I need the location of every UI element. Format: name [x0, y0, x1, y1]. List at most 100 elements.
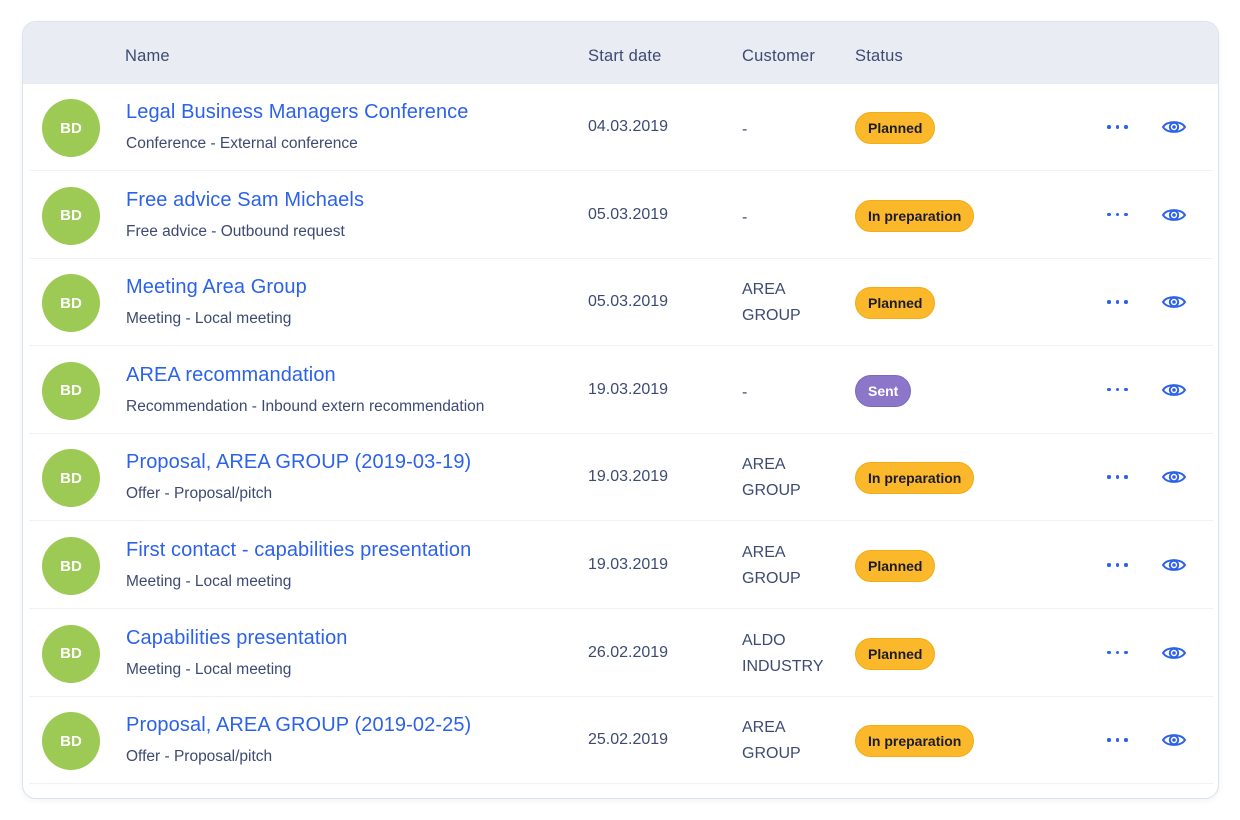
- start-date: 19.03.2019: [588, 468, 669, 486]
- status-badge: Planned: [855, 637, 936, 670]
- activity-title-link[interactable]: AREA recommandation: [126, 364, 336, 387]
- customer-line-1: -: [742, 383, 748, 401]
- table-row[interactable]: BD Free advice Sam Michaels Free advice …: [29, 172, 1213, 259]
- column-header-customer[interactable]: Customer: [742, 47, 815, 66]
- activity-type: Free advice - Outbound request: [126, 222, 345, 240]
- avatar: BD: [42, 99, 100, 157]
- view-button[interactable]: [1161, 205, 1187, 230]
- eye-icon: [1161, 734, 1187, 747]
- more-horizontal-icon: [1107, 300, 1111, 304]
- view-button[interactable]: [1161, 380, 1187, 405]
- status-badge: Sent: [855, 374, 912, 407]
- more-horizontal-icon-dot: [1115, 387, 1119, 392]
- more-horizontal-icon-dot: [1124, 125, 1128, 129]
- more-horizontal-icon-dot: [1124, 738, 1128, 742]
- more-horizontal-icon-dot: [1115, 738, 1119, 742]
- activity-type: Conference - External conference: [126, 135, 358, 152]
- more-options-button[interactable]: [1107, 563, 1128, 567]
- more-horizontal-icon-dot: [1115, 563, 1119, 567]
- customer-line-1: AREA: [742, 281, 786, 299]
- view-button[interactable]: [1161, 467, 1187, 492]
- status-badge: In preparation: [855, 725, 975, 758]
- column-header-start-date[interactable]: Start date: [588, 47, 662, 66]
- activity-type: Meeting - Local meeting: [126, 573, 292, 590]
- avatar: BD: [42, 449, 100, 508]
- table-row[interactable]: BD Proposal, AREA GROUP (2019-03-19) Off…: [29, 434, 1213, 522]
- customer-line-1: ALDO: [742, 631, 786, 649]
- avatar: BD: [42, 274, 100, 333]
- more-horizontal-icon: [1107, 387, 1111, 392]
- more-horizontal-icon-dot: [1124, 387, 1128, 392]
- more-options-button[interactable]: [1107, 738, 1128, 742]
- customer-line-2: GROUP: [742, 482, 801, 500]
- table-row[interactable]: BD Proposal, AREA GROUP (2019-02-25) Off…: [29, 697, 1213, 785]
- customer: -: [742, 117, 747, 143]
- activity-title-link[interactable]: First contact - capabilities presentatio…: [126, 539, 471, 562]
- status-badge: In preparation: [855, 462, 975, 495]
- more-options-button[interactable]: [1107, 125, 1128, 129]
- more-horizontal-icon-dot: [1115, 125, 1119, 129]
- more-options-button[interactable]: [1107, 475, 1128, 479]
- eye-icon: [1161, 383, 1187, 396]
- table-row[interactable]: BD First contact - capabilities presenta…: [29, 522, 1213, 609]
- activity-title-link[interactable]: Proposal, AREA GROUP (2019-02-25): [126, 714, 471, 737]
- view-button[interactable]: [1161, 555, 1187, 580]
- start-date: 26.02.2019: [588, 643, 669, 661]
- table-header: Name Start date Customer Status: [23, 22, 1218, 84]
- eye-icon: [1161, 559, 1187, 571]
- more-horizontal-icon-dot: [1124, 650, 1128, 655]
- more-options-button[interactable]: [1107, 387, 1128, 392]
- eye-icon: [1161, 208, 1187, 221]
- avatar: BD: [42, 624, 100, 683]
- customer: ALDO INDUSTRY: [742, 628, 824, 680]
- more-horizontal-icon-dot: [1115, 300, 1119, 304]
- customer-line-1: -: [742, 121, 748, 138]
- customer: -: [742, 380, 747, 406]
- more-horizontal-icon: [1107, 212, 1111, 217]
- more-horizontal-icon-dot: [1115, 212, 1119, 217]
- customer: AREA GROUP: [742, 715, 801, 767]
- customer: AREA GROUP: [742, 452, 801, 504]
- start-date: 05.03.2019: [588, 205, 669, 223]
- activity-title-link[interactable]: Proposal, AREA GROUP (2019-03-19): [126, 451, 471, 474]
- activity-title-link[interactable]: Capabilities presentation: [126, 627, 348, 650]
- view-button[interactable]: [1161, 643, 1187, 668]
- avatar: BD: [42, 186, 100, 245]
- table-row[interactable]: BD Legal Business Managers Conference Co…: [29, 84, 1213, 171]
- status-badge: Planned: [855, 287, 936, 320]
- activity-title-link[interactable]: Meeting Area Group: [126, 276, 307, 299]
- eye-icon: [1161, 121, 1187, 133]
- table-row[interactable]: BD AREA recommandation Recommendation - …: [29, 347, 1213, 434]
- start-date: 19.03.2019: [588, 380, 669, 398]
- more-horizontal-icon: [1107, 563, 1111, 567]
- activity-type: Offer - Proposal/pitch: [126, 748, 273, 766]
- view-button[interactable]: [1161, 730, 1187, 755]
- view-button[interactable]: [1161, 292, 1187, 317]
- eye-icon: [1161, 646, 1187, 659]
- more-horizontal-icon-dot: [1115, 650, 1119, 655]
- customer-line-1: AREA: [742, 456, 786, 474]
- table-row[interactable]: BD Capabilities presentation Meeting - L…: [29, 610, 1213, 697]
- eye-icon: [1161, 471, 1187, 484]
- more-options-button[interactable]: [1107, 212, 1128, 217]
- column-header-status[interactable]: Status: [855, 47, 903, 66]
- view-button[interactable]: [1161, 117, 1187, 142]
- activity-title-link[interactable]: Legal Business Managers Conference: [126, 101, 469, 124]
- more-horizontal-icon: [1107, 475, 1111, 479]
- customer-line-1: AREA: [742, 719, 786, 737]
- more-horizontal-icon: [1107, 125, 1111, 129]
- start-date: 05.03.2019: [588, 293, 669, 311]
- avatar: BD: [42, 361, 100, 420]
- customer-line-2: GROUP: [742, 570, 801, 587]
- activity-type: Meeting - Local meeting: [126, 660, 292, 678]
- activity-title-link[interactable]: Free advice Sam Michaels: [126, 189, 364, 212]
- column-header-name[interactable]: Name: [125, 47, 170, 66]
- more-options-button[interactable]: [1107, 650, 1128, 655]
- more-options-button[interactable]: [1107, 300, 1128, 304]
- table-row[interactable]: BD Meeting Area Group Meeting - Local me…: [29, 259, 1213, 347]
- activity-type: Meeting - Local meeting: [126, 310, 292, 328]
- start-date: 25.02.2019: [588, 731, 669, 749]
- more-horizontal-icon-dot: [1124, 212, 1128, 217]
- customer-line-1: -: [742, 208, 748, 226]
- more-horizontal-icon-dot: [1124, 300, 1128, 304]
